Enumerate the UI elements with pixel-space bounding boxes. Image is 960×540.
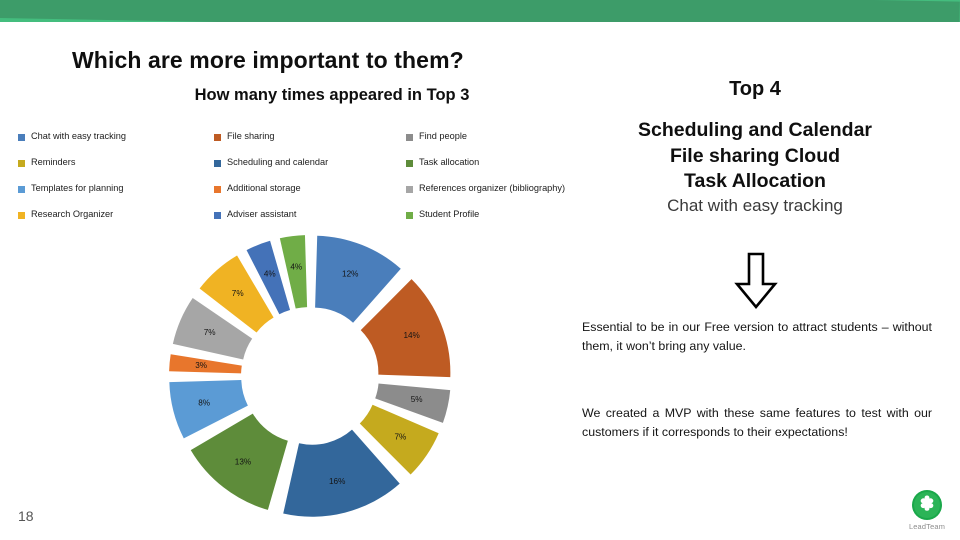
- top-banner: [0, 0, 960, 22]
- legend-swatch-icon: [18, 211, 25, 219]
- legend-swatch-icon: [406, 159, 413, 167]
- pie-slice-label: 7%: [204, 328, 216, 337]
- banner-dark-band: [0, 0, 960, 22]
- legend-label: Additional storage: [227, 183, 301, 194]
- top4-item: Task Allocation: [684, 170, 826, 193]
- legend-swatch-icon: [406, 133, 413, 141]
- pie-slice-label: 7%: [232, 289, 244, 298]
- legend-label: Adviser assistant: [227, 209, 297, 220]
- legend-swatch-icon: [214, 185, 221, 193]
- legend-swatch-icon: [214, 133, 221, 141]
- pie-slice-label: 14%: [403, 331, 419, 340]
- top4-item: Scheduling and Calendar: [637, 119, 873, 141]
- doughnut-chart: 12% 14% 5% 7% 16% 13% 8% 3% 7% 7% 4% 4%: [150, 230, 470, 520]
- legend-label: References organizer (bibliography): [419, 183, 566, 194]
- legend-item: Research Organizer: [18, 202, 214, 228]
- chart-legend: Chat with easy tracking File sharing Fin…: [18, 124, 618, 228]
- top4-item: Chat with easy tracking: [667, 196, 843, 216]
- legend-item: Templates for planning: [18, 176, 214, 202]
- legend-swatch-icon: [406, 211, 413, 219]
- pie-slice-label: 8%: [198, 398, 210, 407]
- legend-swatch-icon: [18, 159, 25, 167]
- leadteam-mark-icon: [911, 489, 943, 521]
- legend-label: Research Organizer: [31, 209, 114, 220]
- page-number: 18: [18, 508, 34, 524]
- legend-label: Student Profile: [419, 209, 480, 220]
- legend-label: File sharing: [227, 131, 275, 142]
- legend-item: Additional storage: [214, 176, 406, 202]
- brand-logo: LeadTeam: [903, 489, 951, 531]
- pie-slice-label: 13%: [235, 458, 251, 467]
- legend-label: Chat with easy tracking: [31, 131, 126, 142]
- legend-item: Adviser assistant: [214, 202, 406, 228]
- legend-item: File sharing: [214, 124, 406, 150]
- pie-slice-label: 5%: [411, 395, 423, 404]
- legend-swatch-icon: [214, 159, 221, 167]
- legend-label: Templates for planning: [31, 183, 124, 194]
- pie-slice-label: 16%: [329, 477, 345, 486]
- page-subtitle: How many times appeared in Top 3: [194, 86, 470, 104]
- note-paragraph-2: We created a MVP with these same feature…: [582, 406, 932, 439]
- pie-slice-label: 3%: [195, 361, 207, 370]
- legend-swatch-icon: [214, 211, 221, 219]
- pie-slice-label: 4%: [290, 263, 302, 272]
- top4-list: Scheduling and Calendar File sharing Clo…: [580, 118, 930, 218]
- legend-item: Reminders: [18, 150, 214, 176]
- legend-label: Reminders: [31, 157, 76, 168]
- legend-label: Find people: [419, 131, 468, 142]
- page-title: Which are more important to them?: [72, 47, 464, 73]
- legend-label: Task allocation: [419, 157, 480, 168]
- top4-heading: Top 4: [729, 78, 781, 100]
- top4-item: File sharing Cloud: [669, 144, 841, 167]
- note-paragraph-1: Essential to be in our Free version to a…: [582, 320, 932, 353]
- legend-swatch-icon: [18, 133, 25, 141]
- legend-swatch-icon: [18, 185, 25, 193]
- legend-item: Scheduling and calendar: [214, 150, 406, 176]
- down-arrow-icon: [733, 252, 779, 315]
- pie-slice-label: 7%: [394, 433, 406, 442]
- pie-slice-label: 4%: [264, 270, 276, 279]
- pie-slice-label: 12%: [342, 270, 358, 279]
- logo-wordmark: LeadTeam: [908, 522, 946, 531]
- legend-item: Chat with easy tracking: [18, 124, 214, 150]
- legend-label: Scheduling and calendar: [227, 157, 329, 168]
- legend-swatch-icon: [406, 185, 413, 193]
